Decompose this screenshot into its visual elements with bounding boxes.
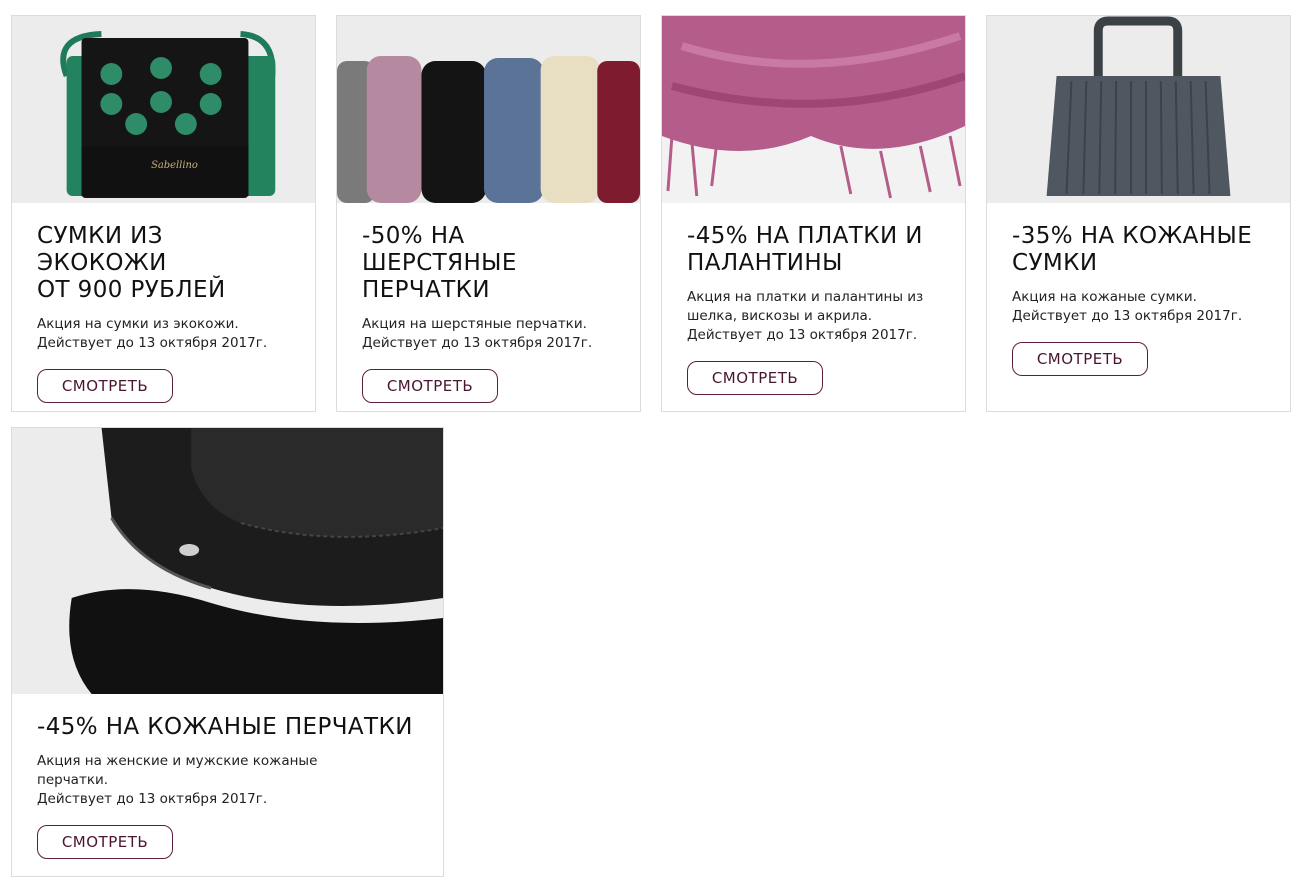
green-black-eco-leather-bag-icon[interactable]: Sabellino — [12, 16, 315, 203]
card-description: Акция на шерстяные перчатки. Действует д… — [362, 315, 620, 353]
card-description-line: Действует до 13 октября 2017г. — [37, 791, 268, 807]
card-description-line: Действует до 13 октября 2017г. — [687, 327, 918, 343]
view-button[interactable]: СМОТРЕТЬ — [1012, 342, 1148, 376]
wool-gloves-row-icon[interactable] — [337, 16, 640, 203]
card-title-line: ПАЛАНТИНЫ — [687, 250, 843, 276]
svg-text:Sabellino: Sabellino — [151, 160, 198, 171]
card-title-line: -45% НА ПЛАТКИ И — [687, 223, 923, 249]
black-leather-gloves-icon[interactable] — [12, 428, 443, 694]
card-title-line: ОТ 900 РУБЛЕЙ — [37, 277, 226, 303]
card-title: -45% НА ПЛАТКИ И ПАЛАНТИНЫ — [687, 223, 945, 277]
card-description-line: перчатки. — [37, 772, 109, 788]
card-title: СУМКИ ИЗ ЭКОКОЖИ ОТ 900 РУБЛЕЙ — [37, 223, 295, 304]
card-description-line: Акция на женские и мужские кожаные — [37, 753, 318, 769]
card-description-line: Акция на шерстяные перчатки. — [362, 316, 587, 332]
card-description-line: Действует до 13 октября 2017г. — [1012, 308, 1243, 324]
pink-scarf-icon[interactable] — [662, 16, 965, 203]
card-title: -35% НА КОЖАНЫЕ СУМКИ — [1012, 223, 1270, 277]
promo-card-leather-gloves: -45% НА КОЖАНЫЕ ПЕРЧАТКИ Акция на женски… — [11, 427, 444, 877]
promo-card-scarves: -45% НА ПЛАТКИ И ПАЛАНТИНЫ Акция на плат… — [661, 15, 966, 412]
card-description: Акция на платки и палантины из шелка, ви… — [687, 288, 945, 345]
promo-card-eco-bags: Sabellino СУМКИ ИЗ ЭКОКОЖИ ОТ 900 РУБЛЕЙ… — [11, 15, 316, 412]
card-description-line: Действует до 13 октября 2017г. — [362, 335, 593, 351]
view-button[interactable]: СМОТРЕТЬ — [687, 361, 823, 395]
card-description-line: Акция на платки и палантины из — [687, 289, 924, 305]
card-description: Акция на женские и мужские кожаные перча… — [37, 752, 423, 809]
card-title-line: -50% НА ШЕРСТЯНЫЕ — [362, 223, 517, 276]
card-title-line: СУМКИ ИЗ ЭКОКОЖИ — [37, 223, 167, 276]
promo-card-leather-bags: -35% НА КОЖАНЫЕ СУМКИ Акция на кожаные с… — [986, 15, 1291, 412]
card-title-line: СУМКИ — [1012, 250, 1098, 276]
card-title: -50% НА ШЕРСТЯНЫЕ ПЕРЧАТКИ — [362, 223, 620, 304]
view-button[interactable]: СМОТРЕТЬ — [37, 369, 173, 403]
card-description-line: шелка, вискозы и акрила. — [687, 308, 873, 324]
card-description: Акция на кожаные сумки. Действует до 13 … — [1012, 288, 1270, 326]
view-button[interactable]: СМОТРЕТЬ — [362, 369, 498, 403]
card-title-line: ПЕРЧАТКИ — [362, 277, 490, 303]
view-button[interactable]: СМОТРЕТЬ — [37, 825, 173, 859]
card-description-line: Акция на кожаные сумки. — [1012, 289, 1197, 305]
promo-card-wool-gloves: -50% НА ШЕРСТЯНЫЕ ПЕРЧАТКИ Акция на шерс… — [336, 15, 641, 412]
card-description: Акция на сумки из экокожи. Действует до … — [37, 315, 295, 353]
card-title-line: -45% НА КОЖАНЫЕ ПЕРЧАТКИ — [37, 714, 413, 740]
card-title-line: -35% НА КОЖАНЫЕ — [1012, 223, 1253, 249]
card-description-line: Акция на сумки из экокожи. — [37, 316, 239, 332]
card-title: -45% НА КОЖАНЫЕ ПЕРЧАТКИ — [37, 714, 423, 741]
card-description-line: Действует до 13 октября 2017г. — [37, 335, 268, 351]
grey-leather-handbag-icon[interactable] — [987, 16, 1290, 203]
